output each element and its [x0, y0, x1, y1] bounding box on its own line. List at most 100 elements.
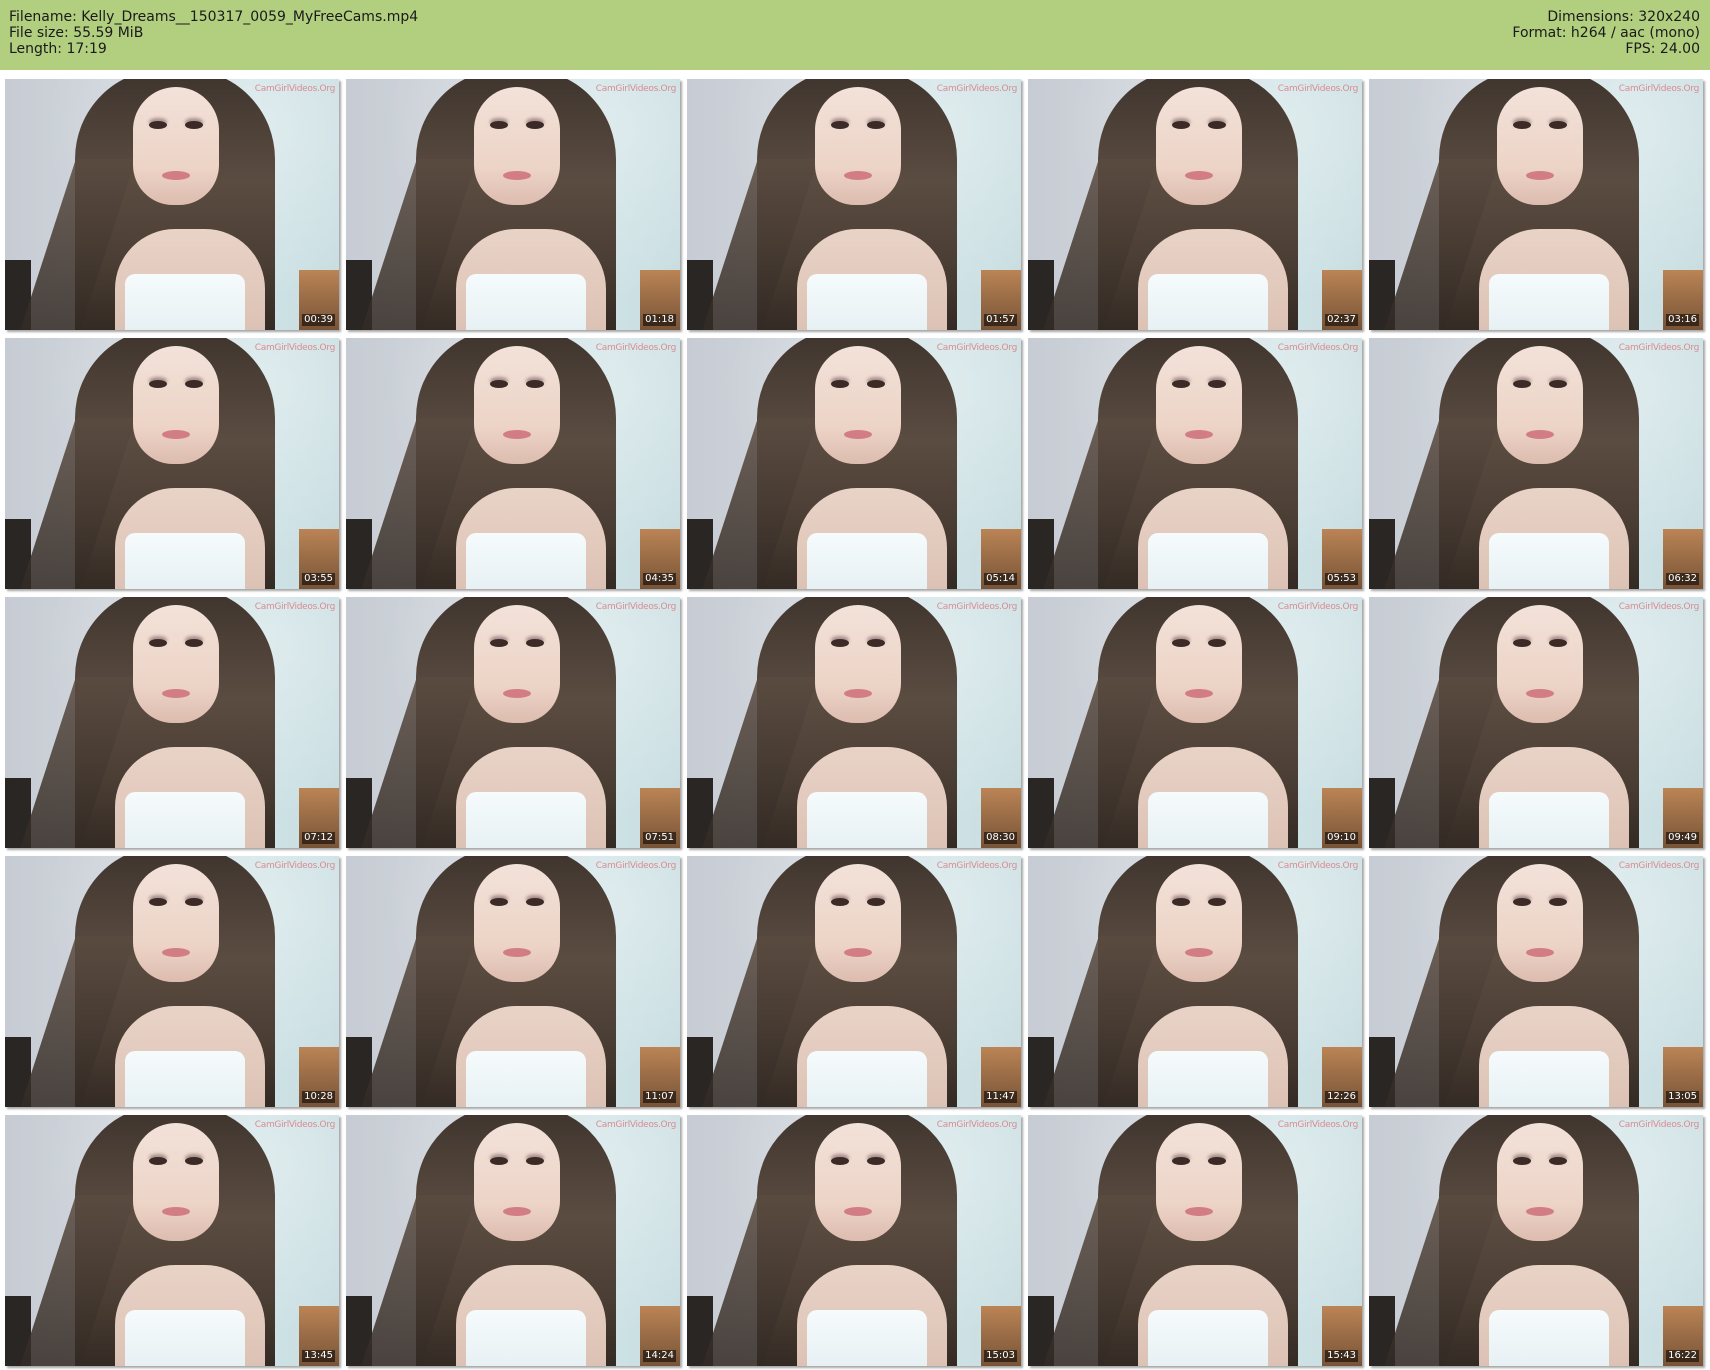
video-thumbnail[interactable]: CamGirlVideos.Org 00:39	[5, 79, 339, 330]
white-top	[466, 274, 586, 330]
watermark-text: CamGirlVideos.Org	[254, 84, 336, 94]
video-thumbnail[interactable]: CamGirlVideos.Org 01:57	[687, 79, 1021, 330]
face	[133, 346, 219, 464]
timestamp-label: 04:35	[643, 573, 676, 585]
white-top	[466, 533, 586, 589]
video-thumbnail[interactable]: CamGirlVideos.Org 04:35	[346, 338, 680, 589]
timestamp-label: 00:39	[302, 314, 335, 326]
white-top	[125, 1051, 245, 1107]
eye	[490, 380, 508, 388]
watermark-text: CamGirlVideos.Org	[1277, 861, 1359, 871]
video-thumbnail[interactable]: CamGirlVideos.Org 13:45	[5, 1115, 339, 1366]
lips	[503, 171, 531, 180]
video-thumbnail[interactable]: CamGirlVideos.Org 13:05	[1369, 856, 1703, 1107]
timestamp-label: 02:37	[1325, 314, 1358, 326]
video-thumbnail[interactable]: CamGirlVideos.Org 11:47	[687, 856, 1021, 1107]
timestamp-label: 08:30	[984, 832, 1017, 844]
video-thumbnail[interactable]: CamGirlVideos.Org 07:12	[5, 597, 339, 848]
lips	[1185, 1207, 1213, 1216]
white-top	[466, 1051, 586, 1107]
video-thumbnail[interactable]: CamGirlVideos.Org 05:14	[687, 338, 1021, 589]
eye	[149, 898, 167, 906]
white-top	[807, 1051, 927, 1107]
eye	[867, 1157, 885, 1165]
video-thumbnail[interactable]: CamGirlVideos.Org 16:22	[1369, 1115, 1703, 1366]
eye	[490, 1157, 508, 1165]
watermark-text: CamGirlVideos.Org	[936, 861, 1018, 871]
eye	[1513, 1157, 1531, 1165]
info-header: Filename: Kelly_Dreams__150317_0059_MyFr…	[0, 0, 1710, 70]
face	[1156, 605, 1242, 723]
face	[815, 87, 901, 205]
eye	[526, 1157, 544, 1165]
watermark-text: CamGirlVideos.Org	[1277, 602, 1359, 612]
eye	[831, 1157, 849, 1165]
lips	[503, 948, 531, 957]
face	[815, 605, 901, 723]
video-thumbnail[interactable]: CamGirlVideos.Org 14:24	[346, 1115, 680, 1366]
eye	[490, 121, 508, 129]
video-thumbnail[interactable]: CamGirlVideos.Org 15:43	[1028, 1115, 1362, 1366]
eye	[1513, 380, 1531, 388]
white-top	[1148, 274, 1268, 330]
video-thumbnail[interactable]: CamGirlVideos.Org 06:32	[1369, 338, 1703, 589]
timestamp-label: 05:53	[1325, 573, 1358, 585]
video-thumbnail[interactable]: CamGirlVideos.Org 07:51	[346, 597, 680, 848]
white-top	[807, 792, 927, 848]
video-thumbnail[interactable]: CamGirlVideos.Org 09:10	[1028, 597, 1362, 848]
timestamp-label: 15:43	[1325, 1350, 1358, 1362]
face	[1497, 1123, 1583, 1241]
white-top	[466, 1310, 586, 1366]
video-thumbnail[interactable]: CamGirlVideos.Org 03:16	[1369, 79, 1703, 330]
white-top	[1489, 274, 1609, 330]
watermark-text: CamGirlVideos.Org	[254, 343, 336, 353]
eye	[149, 1157, 167, 1165]
white-top	[807, 274, 927, 330]
video-thumbnail[interactable]: CamGirlVideos.Org 12:26	[1028, 856, 1362, 1107]
face	[1497, 605, 1583, 723]
video-thumbnail[interactable]: CamGirlVideos.Org 05:53	[1028, 338, 1362, 589]
white-top	[125, 792, 245, 848]
watermark-text: CamGirlVideos.Org	[936, 343, 1018, 353]
white-top	[125, 533, 245, 589]
watermark-text: CamGirlVideos.Org	[1618, 602, 1700, 612]
watermark-text: CamGirlVideos.Org	[254, 602, 336, 612]
watermark-text: CamGirlVideos.Org	[595, 602, 677, 612]
eye	[185, 380, 203, 388]
eye	[867, 121, 885, 129]
video-thumbnail[interactable]: CamGirlVideos.Org 08:30	[687, 597, 1021, 848]
video-thumbnail[interactable]: CamGirlVideos.Org 09:49	[1369, 597, 1703, 848]
timestamp-label: 01:18	[643, 314, 676, 326]
timestamp-label: 05:14	[984, 573, 1017, 585]
eye	[831, 121, 849, 129]
face	[1497, 87, 1583, 205]
video-thumbnail[interactable]: CamGirlVideos.Org 15:03	[687, 1115, 1021, 1366]
lips	[844, 689, 872, 698]
face	[1156, 346, 1242, 464]
video-thumbnail[interactable]: CamGirlVideos.Org 11:07	[346, 856, 680, 1107]
white-top	[1489, 1051, 1609, 1107]
lips	[1185, 430, 1213, 439]
lips	[162, 948, 190, 957]
lips	[1526, 948, 1554, 957]
video-thumbnail[interactable]: CamGirlVideos.Org 02:37	[1028, 79, 1362, 330]
timestamp-label: 09:10	[1325, 832, 1358, 844]
white-top	[466, 792, 586, 848]
video-thumbnail[interactable]: CamGirlVideos.Org 01:18	[346, 79, 680, 330]
white-top	[1148, 533, 1268, 589]
watermark-text: CamGirlVideos.Org	[595, 84, 677, 94]
video-thumbnail[interactable]: CamGirlVideos.Org 10:28	[5, 856, 339, 1107]
filename-text: Filename: Kelly_Dreams__150317_0059_MyFr…	[9, 9, 419, 25]
lips	[503, 689, 531, 698]
face	[474, 346, 560, 464]
face	[133, 605, 219, 723]
lips	[1185, 171, 1213, 180]
timestamp-label: 01:57	[984, 314, 1017, 326]
timestamp-label: 13:05	[1666, 1091, 1699, 1103]
video-thumbnail[interactable]: CamGirlVideos.Org 03:55	[5, 338, 339, 589]
eye	[185, 639, 203, 647]
watermark-text: CamGirlVideos.Org	[936, 1120, 1018, 1130]
eye	[831, 639, 849, 647]
face	[474, 87, 560, 205]
eye	[867, 898, 885, 906]
